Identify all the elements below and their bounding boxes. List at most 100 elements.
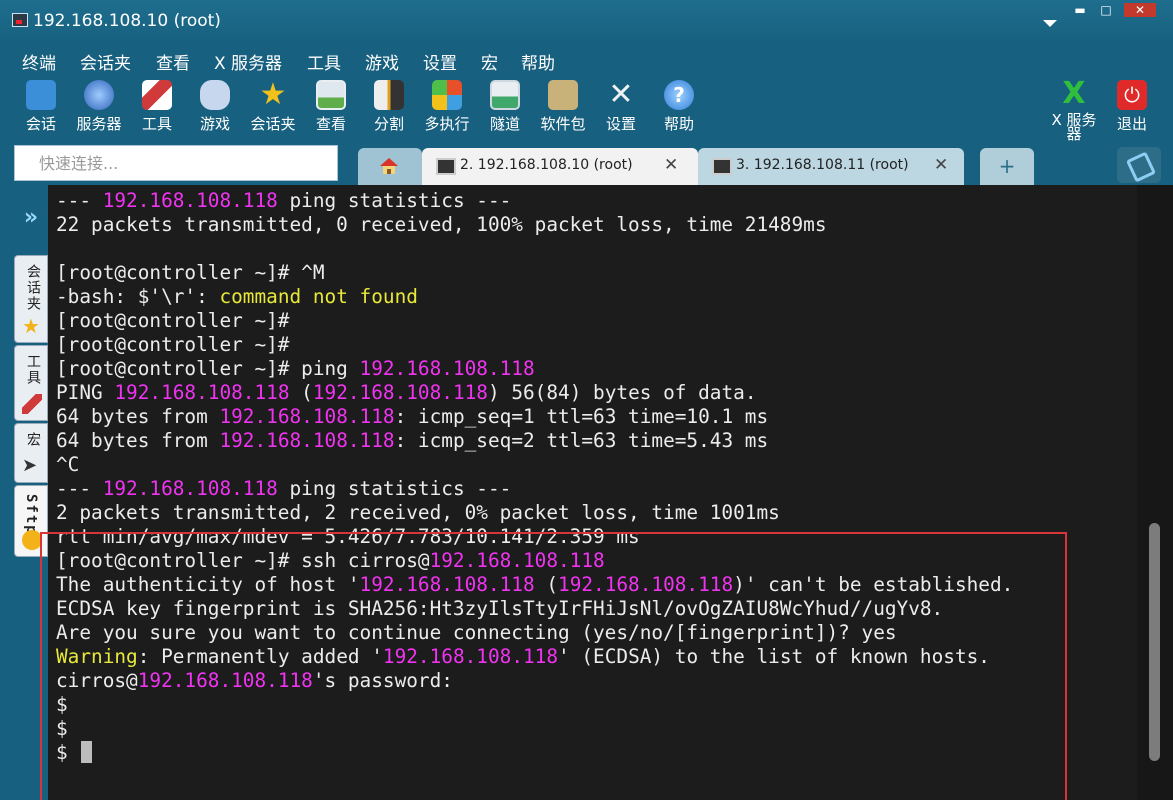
ip-address-text: 192.168.108.118 (102, 189, 278, 212)
close-button[interactable]: ✕ (1124, 3, 1156, 17)
ip-address-text: 192.168.108.118 (558, 573, 734, 596)
ip-address-text: 192.168.108.118 (114, 381, 290, 404)
menu-bar: 终端 会话夹 查看 X 服务器 工具 游戏 设置 宏 帮助 (0, 44, 1173, 76)
toolbar: 会话 服务器 工具 游戏 ★ 会话夹 查看 分割 多执行 隧道 软件包 ✕ 设置 ?… (0, 76, 1173, 144)
tab-session-1[interactable]: 2. 192.168.108.10 (root) ✕ (422, 148, 698, 185)
terminal-text: ping statistics --- (277, 477, 512, 500)
ip-address-text: 192.168.108.118 (137, 669, 313, 692)
terminal-line: Are you sure you want to continue connec… (56, 621, 1013, 645)
terminal-line: --- 192.168.108.118 ping statistics --- (56, 477, 1013, 501)
tunnel-icon (490, 80, 520, 110)
terminal-text: [root@controller ~]# ping (56, 357, 360, 380)
toolbar-sessions-button[interactable]: 会话 (13, 78, 69, 142)
terminal-text: ( (534, 573, 559, 596)
menu-terminal[interactable]: 终端 (22, 49, 56, 74)
title-bar: 192.168.108.10 (root) ▬ □ ✕ (0, 0, 1173, 44)
terminal-text: $ (56, 717, 68, 740)
toolbar-servers-button[interactable]: 服务器 (71, 78, 127, 142)
terminal-scrollbar[interactable] (1137, 185, 1173, 800)
tab-session-2[interactable]: 3. 192.168.108.11 (root) ✕ (698, 148, 964, 185)
terminal-line: -bash: $'\r': command not found (56, 285, 1013, 309)
games-icon (200, 80, 230, 110)
terminal-text: [root@controller ~]# (56, 333, 290, 356)
terminal-line: [root@controller ~]# (56, 309, 1013, 333)
tab-strip: 快速连接... 2. 192.168.108.10 (root) ✕ 3. 19… (0, 144, 1173, 185)
ip-address-text: 192.168.108.118 (312, 381, 488, 404)
menu-help[interactable]: 帮助 (521, 49, 555, 74)
menu-xserver[interactable]: X 服务器 (214, 49, 282, 74)
terminal-text: ECDSA key fingerprint is SHA256:Ht3zyIls… (56, 597, 944, 620)
terminal-text: 's password: (312, 669, 453, 692)
side-tab-macros[interactable]: 宏 ➤ (14, 423, 48, 483)
side-tab-sessions[interactable]: 会话夹 ★ (14, 255, 48, 343)
terminal-line: Warning: Permanently added '192.168.108.… (56, 645, 1013, 669)
menu-tools[interactable]: 工具 (307, 49, 341, 74)
side-panel: » 会话夹 ★ 工具 宏 ➤ Sftp (0, 185, 48, 800)
toolbar-xserver-button[interactable]: XX 服务器 (1046, 78, 1102, 142)
dropdown-arrow-icon[interactable] (1043, 20, 1057, 27)
toolbar-settings-button[interactable]: ✕ 设置 (593, 78, 649, 142)
terminal-text: ping statistics --- (277, 189, 512, 212)
terminal-line: [root@controller ~]# ssh cirros@192.168.… (56, 549, 1013, 573)
terminal-cursor (81, 741, 93, 763)
ip-address-text: 192.168.108.118 (359, 357, 535, 380)
menu-view[interactable]: 查看 (156, 49, 190, 74)
toolbar-games-button[interactable]: 游戏 (187, 78, 243, 142)
menu-settings[interactable]: 设置 (423, 49, 457, 74)
star-icon: ★ (259, 77, 287, 112)
terminal-text: Are you sure you want to continue connec… (56, 621, 897, 644)
maximize-button[interactable]: □ (1096, 3, 1116, 17)
tab-close-icon[interactable]: ✕ (934, 155, 948, 175)
scrollbar-thumb[interactable] (1149, 523, 1160, 761)
toolbar-multiexec-button[interactable]: 多执行 (419, 78, 475, 142)
new-tab-button[interactable]: + (980, 148, 1034, 185)
tools-icon (142, 80, 172, 110)
terminal-line: 64 bytes from 192.168.108.118: icmp_seq=… (56, 405, 1013, 429)
toolbar-split-button[interactable]: 分割 (361, 78, 417, 142)
terminal-view[interactable]: --- 192.168.108.118 ping statistics --- 2… (48, 185, 1137, 800)
terminal-line: rtt min/avg/max/mdev = 5.426/7.783/10.14… (56, 525, 1013, 549)
tab-home[interactable] (358, 148, 422, 185)
terminal-text: -bash: $'\r': (56, 285, 220, 308)
tools-icon (22, 394, 42, 414)
terminal-text: 64 bytes from (56, 405, 220, 428)
terminal-text: 64 bytes from (56, 429, 220, 452)
side-panel-toggle-button[interactable] (1117, 147, 1161, 183)
side-tab-tools[interactable]: 工具 (14, 345, 48, 421)
terminal-line: ECDSA key fingerprint is SHA256:Ht3zyIls… (56, 597, 1013, 621)
terminal-text: ' (ECDSA) to the list of known hosts. (558, 645, 990, 668)
terminal-line: ^C (56, 453, 1013, 477)
terminal-text: [root@controller ~]# ^M (56, 261, 325, 284)
quick-connect-input[interactable]: 快速连接... (14, 145, 338, 181)
toolbar-packages-button[interactable]: 软件包 (535, 78, 591, 142)
toolbar-tunnel-button[interactable]: 隧道 (477, 78, 533, 142)
side-tab-sftp[interactable]: Sftp (14, 485, 48, 557)
menu-macros[interactable]: 宏 (481, 49, 498, 74)
send-icon: ➤ (22, 455, 38, 476)
toolbar-view-button[interactable]: 查看 (303, 78, 359, 142)
help-icon: ? (664, 80, 694, 110)
ip-address-text: 192.168.108.118 (359, 573, 535, 596)
expand-side-panel-icon[interactable]: » (14, 189, 48, 247)
ip-address-text: 192.168.108.118 (382, 645, 559, 668)
terminal-text: )' can't be established. (733, 573, 1014, 596)
terminal-text: ) 56(84) bytes of data. (487, 381, 757, 404)
toolbar-exit-button[interactable]: ⏻ 退出 (1104, 78, 1160, 142)
toolbar-tools-button[interactable]: 工具 (129, 78, 185, 142)
toolbar-help-button[interactable]: ? 帮助 (651, 78, 707, 142)
tab-close-icon[interactable]: ✕ (664, 155, 678, 175)
split-icon (374, 80, 404, 110)
toolbar-sessions-folder-button[interactable]: ★ 会话夹 (245, 78, 301, 142)
warning-text: command not found (219, 285, 418, 308)
exit-icon: ⏻ (1117, 80, 1147, 110)
terminal-line: [root@controller ~]# (56, 333, 1013, 357)
xserver-icon: X (1062, 76, 1086, 111)
terminal-text: ( (289, 381, 313, 404)
menu-games[interactable]: 游戏 (365, 49, 399, 74)
sessions-icon (26, 80, 56, 110)
terminal-text: 2 packets transmitted, 2 received, 0% pa… (56, 501, 780, 524)
terminal-text: $ (56, 693, 68, 716)
menu-sessions[interactable]: 会话夹 (80, 49, 131, 74)
minimize-button[interactable]: ▬ (1070, 3, 1090, 17)
terminal-text: cirros@ (56, 669, 138, 692)
